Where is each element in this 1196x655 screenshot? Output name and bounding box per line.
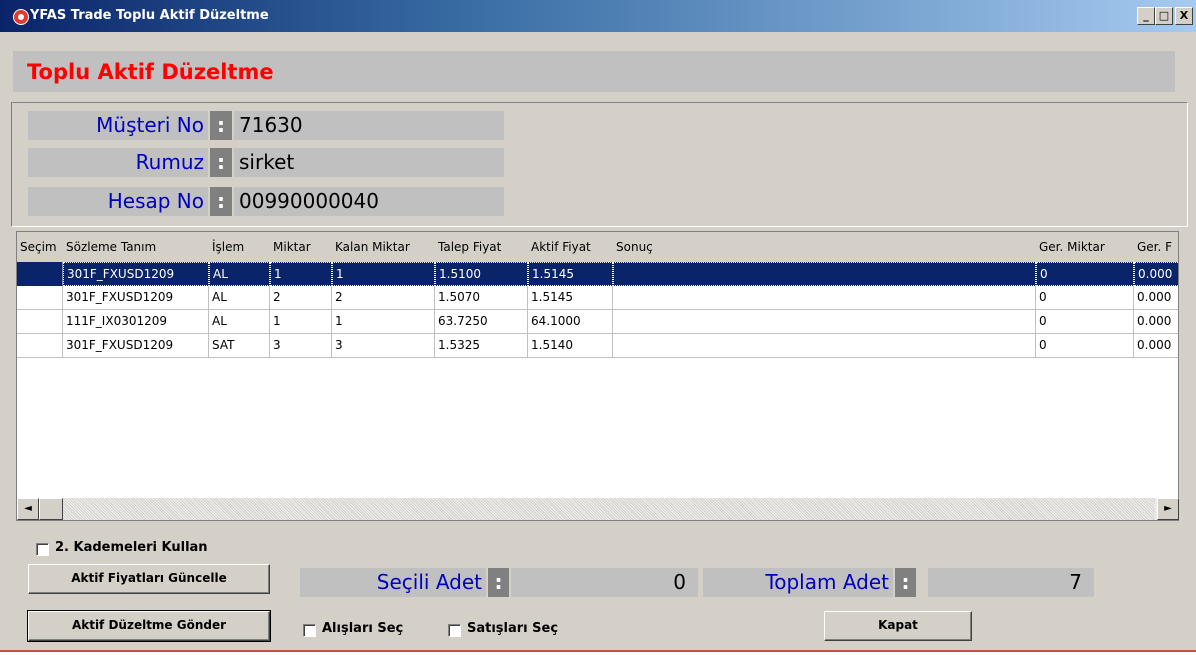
cell-kalan[interactable]: 3: [332, 334, 435, 358]
cell-sonuc[interactable]: [613, 262, 1036, 286]
cell-ger-fiyat[interactable]: 0.000: [1134, 286, 1178, 310]
cell-kalan[interactable]: 1: [332, 310, 435, 334]
table-row[interactable]: 301F_FXUSD1209 SAT 3 3 1.5325 1.5140 0 0.000: [17, 334, 1178, 358]
cell-aktif[interactable]: 1.5145: [528, 262, 613, 286]
scroll-right-button[interactable]: ►: [1157, 498, 1179, 520]
scrollbar-thumb[interactable]: [39, 498, 63, 520]
maximize-button[interactable]: □: [1155, 7, 1173, 25]
cell-ger-miktar[interactable]: 0: [1036, 334, 1134, 358]
cell-ger-miktar[interactable]: 0: [1036, 262, 1134, 286]
customer-no-value: 71630: [234, 111, 504, 140]
table-row[interactable]: 301F_FXUSD1209 AL 2 2 1.5070 1.5145 0 0.000: [17, 286, 1178, 310]
cell-miktar[interactable]: 2: [270, 286, 332, 310]
cell-islem[interactable]: AL: [209, 310, 270, 334]
cell-ger-fiyat[interactable]: 0.000: [1134, 262, 1178, 286]
selected-count-value: 0: [511, 568, 698, 597]
select-buys-label[interactable]: Alışları Seç: [322, 621, 403, 636]
cell-kalan[interactable]: 1: [332, 262, 435, 286]
nickname-colon: :: [210, 148, 232, 177]
column-header-aktif[interactable]: Aktif Fiyat: [528, 232, 591, 262]
scrollbar-track[interactable]: [39, 498, 1155, 520]
scroll-left-button[interactable]: ◄: [17, 498, 39, 520]
cell-secim[interactable]: [17, 334, 63, 358]
cell-aktif[interactable]: 1.5145: [528, 286, 613, 310]
cell-tanim[interactable]: 301F_FXUSD1209: [63, 334, 209, 358]
cell-islem[interactable]: AL: [209, 262, 270, 286]
grid-header: Seçim Sözleme Tanım İşlem Miktar Kalan M…: [17, 232, 1178, 262]
select-sells-label[interactable]: Satışları Seç: [467, 621, 558, 636]
total-count-label: Toplam Adet: [703, 568, 893, 597]
customer-no-colon: :: [210, 111, 232, 140]
page-header: Toplu Aktif Düzeltme: [13, 51, 1175, 92]
nickname-value: sirket: [234, 148, 504, 177]
cell-sonuc[interactable]: [613, 310, 1036, 334]
selected-count-label: Seçili Adet: [300, 568, 486, 597]
customer-no-label: Müşteri No: [28, 111, 208, 140]
cell-ger-fiyat[interactable]: 0.000: [1134, 334, 1178, 358]
cell-kalan[interactable]: 2: [332, 286, 435, 310]
column-header-miktar[interactable]: Miktar: [270, 232, 311, 262]
cell-secim[interactable]: [17, 310, 63, 334]
cell-ger-miktar[interactable]: 0: [1036, 310, 1134, 334]
cell-aktif[interactable]: 1.5140: [528, 334, 613, 358]
app-logo-icon: [13, 9, 29, 25]
cell-miktar[interactable]: 3: [270, 334, 332, 358]
cell-aktif[interactable]: 64.1000: [528, 310, 613, 334]
account-no-value: 00990000040: [234, 187, 504, 216]
send-active-correction-button[interactable]: Aktif Düzeltme Gönder: [27, 610, 271, 642]
total-count-colon: :: [895, 568, 916, 597]
close-window-button[interactable]: X: [1175, 7, 1193, 25]
column-header-kalan[interactable]: Kalan Miktar: [332, 232, 410, 262]
page-title: Toplu Aktif Düzeltme: [27, 60, 274, 84]
cell-islem[interactable]: SAT: [209, 334, 270, 358]
horizontal-scrollbar[interactable]: ◄ ►: [17, 498, 1179, 520]
total-count-value: 7: [928, 568, 1094, 597]
cell-talep[interactable]: 1.5070: [435, 286, 528, 310]
account-no-colon: :: [210, 187, 232, 216]
column-header-ger-miktar[interactable]: Ger. Miktar: [1036, 232, 1105, 262]
close-button[interactable]: Kapat: [824, 611, 972, 641]
cell-ger-fiyat[interactable]: 0.000: [1134, 310, 1178, 334]
cell-secim[interactable]: [17, 262, 63, 286]
minimize-button[interactable]: _: [1137, 7, 1155, 25]
account-no-label: Hesap No: [28, 187, 208, 216]
column-header-tanim[interactable]: Sözleme Tanım: [63, 232, 156, 262]
column-header-secim[interactable]: Seçim: [17, 232, 57, 262]
window-title: YFAS Trade Toplu Aktif Düzeltme: [30, 8, 269, 23]
kademe-checkbox[interactable]: [36, 543, 49, 556]
cell-miktar[interactable]: 1: [270, 262, 332, 286]
update-active-prices-button[interactable]: Aktif Fiyatları Güncelle: [28, 564, 270, 594]
cell-tanim[interactable]: 111F_IX0301209: [63, 310, 209, 334]
selected-count-colon: :: [488, 568, 509, 597]
cell-talep[interactable]: 1.5325: [435, 334, 528, 358]
table-row[interactable]: 301F_FXUSD1209 AL 1 1 1.5100 1.5145 0 0.000: [17, 262, 1178, 286]
cell-miktar[interactable]: 1: [270, 310, 332, 334]
column-header-talep[interactable]: Talep Fiyat: [435, 232, 501, 262]
cell-tanim[interactable]: 301F_FXUSD1209: [63, 262, 209, 286]
window-bottom-edge: [0, 650, 1196, 652]
table-row[interactable]: 111F_IX0301209 AL 1 1 63.7250 64.1000 0 0.000: [17, 310, 1178, 334]
column-header-sonuc[interactable]: Sonuç: [613, 232, 653, 262]
cell-secim[interactable]: [17, 286, 63, 310]
window-controls: _ □ X: [1137, 7, 1193, 25]
cell-talep[interactable]: 63.7250: [435, 310, 528, 334]
cell-ger-miktar[interactable]: 0: [1036, 286, 1134, 310]
kademe-label[interactable]: 2. Kademeleri Kullan: [55, 540, 208, 555]
select-buys-checkbox[interactable]: [303, 624, 316, 637]
title-bar[interactable]: YFAS Trade Toplu Aktif Düzeltme _ □ X: [0, 0, 1196, 32]
cell-islem[interactable]: AL: [209, 286, 270, 310]
order-grid[interactable]: Seçim Sözleme Tanım İşlem Miktar Kalan M…: [16, 231, 1179, 521]
main-window: YFAS Trade Toplu Aktif Düzeltme _ □ X To…: [0, 0, 1196, 650]
cell-tanim[interactable]: 301F_FXUSD1209: [63, 286, 209, 310]
cell-sonuc[interactable]: [613, 334, 1036, 358]
column-header-islem[interactable]: İşlem: [209, 232, 244, 262]
column-header-ger-fiyat[interactable]: Ger. F: [1134, 232, 1172, 262]
cell-sonuc[interactable]: [613, 286, 1036, 310]
select-sells-checkbox[interactable]: [448, 624, 461, 637]
nickname-label: Rumuz: [28, 148, 208, 177]
cell-talep[interactable]: 1.5100: [435, 262, 528, 286]
